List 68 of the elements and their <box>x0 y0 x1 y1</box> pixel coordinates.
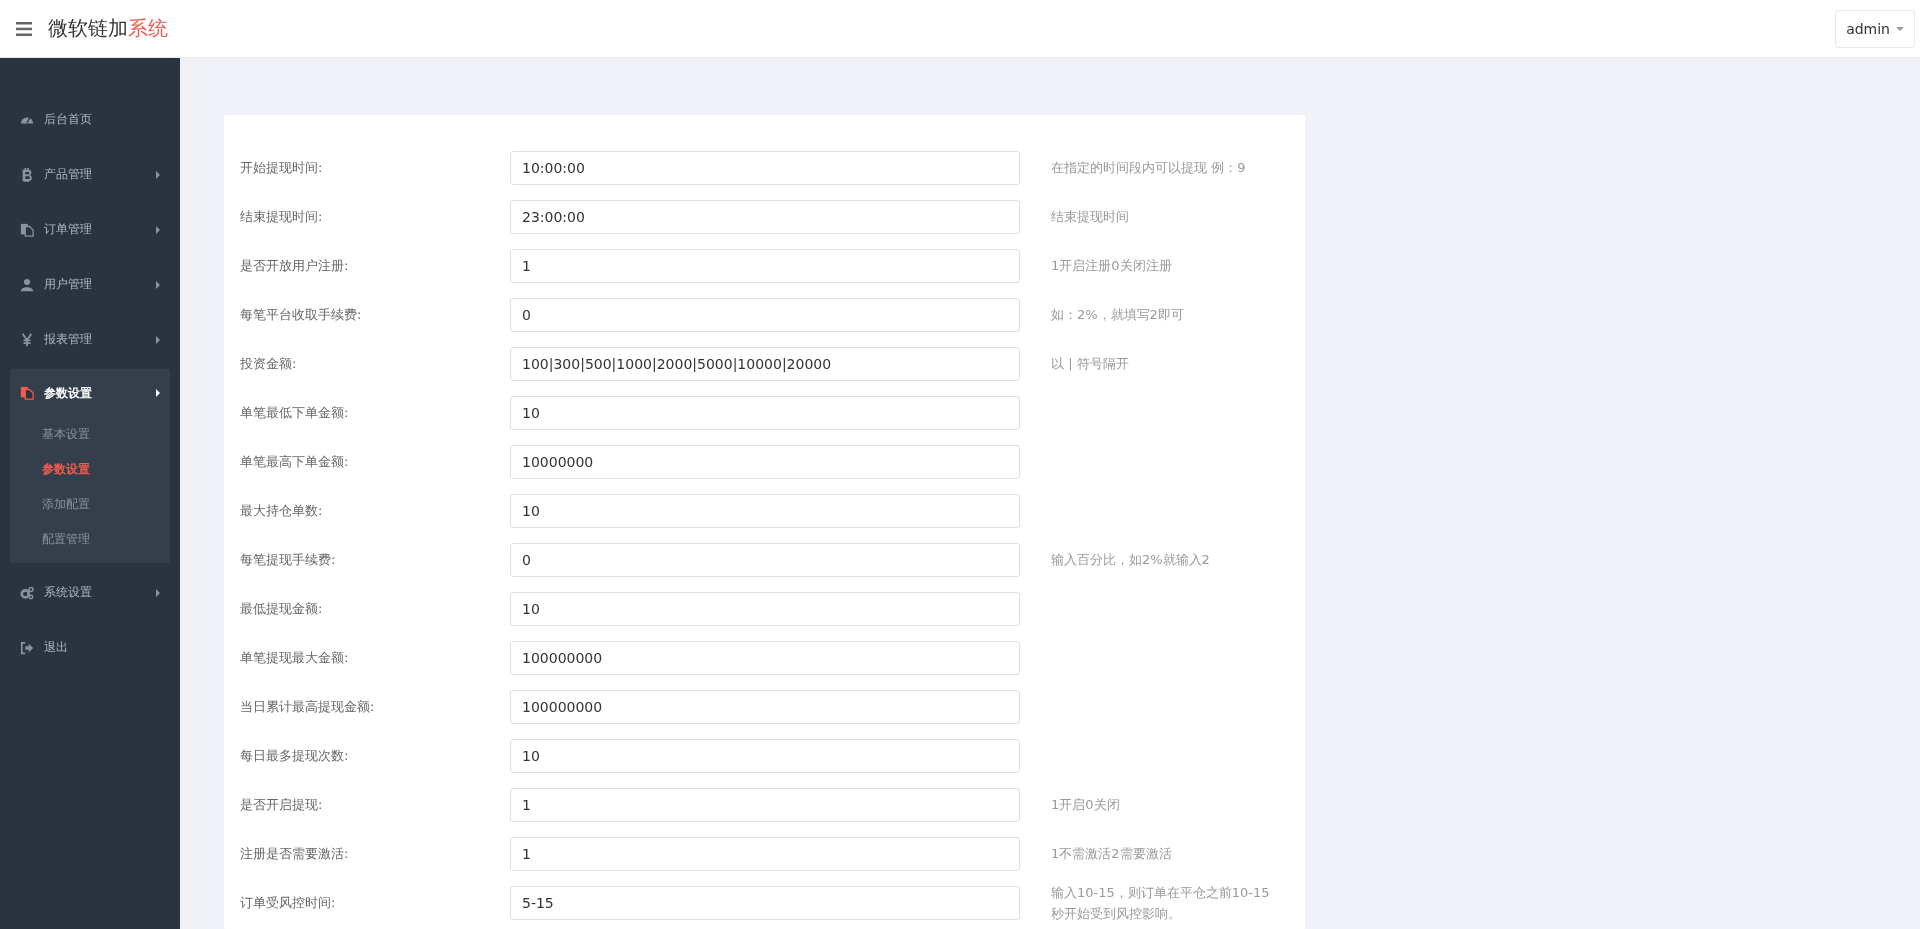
hint-text: 以 | 符号隔开 <box>1051 355 1130 373</box>
input-field[interactable]: 100000000 <box>510 689 1020 724</box>
hint-text: 1不需激活2需要激活 <box>1051 845 1173 863</box>
caret-icon <box>156 335 160 344</box>
sidebar-item[interactable]: 订单管理 <box>0 202 180 257</box>
sidebar-item[interactable]: 产品管理 <box>0 147 180 202</box>
field-label: 是否开放用户注册: <box>239 256 350 275</box>
sidebar-item[interactable]: 退出 <box>0 620 180 675</box>
field-label: 单笔最低下单金额: <box>239 403 350 422</box>
hint-text: 1开启0关闭 <box>1051 796 1121 814</box>
sidebar-item[interactable]: 系统设置 <box>0 565 180 620</box>
input-field[interactable]: 100|300|500|1000|2000|5000|10000|20000 <box>510 346 1020 381</box>
menu-icon[interactable] <box>16 21 32 36</box>
hint-text: 如：2%，就填写2即可 <box>1051 306 1185 324</box>
submenu-item[interactable]: 配置管理 <box>10 522 170 557</box>
field-label: 投资金额: <box>239 354 298 373</box>
caret-icon <box>156 588 160 597</box>
caret-icon <box>156 225 160 234</box>
field-label: 当日累计最高提现金额: <box>239 697 376 716</box>
sidebar-item[interactable]: 用户管理 <box>0 257 180 312</box>
input-field[interactable]: 1 <box>510 836 1020 871</box>
field-label: 每笔平台收取手续费: <box>239 305 363 324</box>
hint-text: 在指定的时间段内可以提现 例：9 <box>1051 159 1247 177</box>
user-menu[interactable]: admin <box>1835 9 1915 48</box>
field-label: 开始提现时间: <box>239 158 324 177</box>
input-field[interactable]: 10:00:00 <box>510 150 1020 185</box>
hint-text: 1开启注册0关闭注册 <box>1051 257 1173 275</box>
input-field[interactable]: 1 <box>510 248 1020 283</box>
app-title: 微软链加系统 <box>48 15 168 42</box>
input-field[interactable]: 100000000 <box>510 640 1020 675</box>
submenu-item[interactable]: 添加配置 <box>10 487 170 522</box>
input-field[interactable]: 23:00:00 <box>510 199 1020 234</box>
hint-text: 结束提现时间 <box>1051 208 1130 226</box>
submenu-item[interactable]: 基本设置 <box>10 417 170 452</box>
field-label: 最大持仓单数: <box>239 501 324 520</box>
field-label: 是否开启提现: <box>239 795 324 814</box>
field-label: 订单受风控时间: <box>239 893 337 912</box>
input-field[interactable]: 10 <box>510 493 1020 528</box>
yen-icon <box>20 332 34 347</box>
field-label: 单笔最高下单金额: <box>239 452 350 471</box>
sign-out-icon <box>20 640 34 655</box>
input-field[interactable]: 0 <box>510 297 1020 332</box>
field-label: 注册是否需要激活: <box>239 844 350 863</box>
user-icon <box>20 277 34 292</box>
input-field[interactable]: 10000000 <box>510 444 1020 479</box>
gears-icon <box>20 585 34 600</box>
caret-icon <box>156 389 160 397</box>
sidebar-item[interactable]: 参数设置 <box>10 369 170 417</box>
hint-text: 输入百分比，如2%就输入2 <box>1051 551 1211 569</box>
field-label: 每笔提现手续费: <box>239 550 337 569</box>
sidebar-item[interactable]: 后台首页 <box>0 92 180 147</box>
sidebar-item[interactable]: 报表管理 <box>0 312 180 367</box>
hint-text: 输入10-15，则订单在平仓之前10-15秒开始受到风控影响。 <box>1051 883 1271 923</box>
caret-icon <box>156 280 160 289</box>
input-field[interactable]: 10 <box>510 738 1020 773</box>
caret-icon <box>156 170 160 179</box>
input-field[interactable]: 5-15 <box>510 885 1020 920</box>
field-label: 最低提现金额: <box>239 599 324 618</box>
input-field[interactable]: 10 <box>510 395 1020 430</box>
input-field[interactable]: 1 <box>510 787 1020 822</box>
input-field[interactable]: 10 <box>510 591 1020 626</box>
field-label: 每日最多提现次数: <box>239 746 350 765</box>
field-label: 单笔提现最大金额: <box>239 648 350 667</box>
documents-icon <box>20 386 34 400</box>
input-field[interactable]: 0 <box>510 542 1020 577</box>
documents-icon <box>20 222 34 237</box>
bitcoin-icon <box>20 167 34 182</box>
field-label: 结束提现时间: <box>239 207 324 226</box>
